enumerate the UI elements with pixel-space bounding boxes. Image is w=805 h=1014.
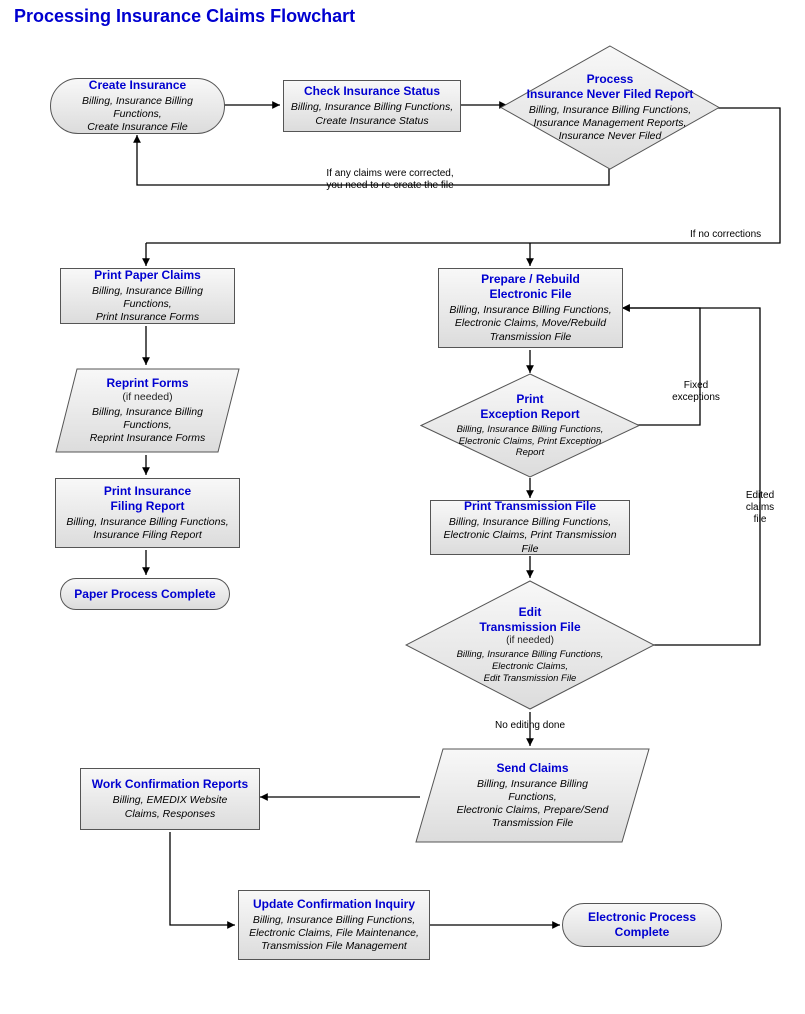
node-send-claims: Send Claims Billing, Insurance BillingFu… [415,748,650,843]
node-process-never-filed: ProcessInsurance Never Filed Report Bill… [500,45,720,170]
node-check-insurance-status: Check Insurance Status Billing, Insuranc… [283,80,461,132]
node-edit-transmission-file: EditTransmission File (if needed) Billin… [405,580,655,710]
node-title: Check Insurance Status [304,84,440,99]
node-sub: Billing, Insurance Billing Functions,Ele… [249,914,419,953]
edge-label-edited-claims-file: Editedclaimsfile [735,490,785,526]
node-electronic-process-complete: Electronic ProcessComplete [562,903,722,947]
node-qualifier: (if needed) [122,391,172,404]
node-title: EditTransmission File [479,605,580,635]
node-title: Electronic ProcessComplete [588,910,696,940]
node-print-transmission-file: Print Transmission File Billing, Insuran… [430,500,630,555]
node-sub: Billing, Insurance Billing Functions,Ele… [437,516,623,555]
node-update-confirmation-inquiry: Update Confirmation Inquiry Billing, Ins… [238,890,430,960]
node-sub: Billing, Insurance Billing Functions,Ele… [449,304,611,343]
node-title: Update Confirmation Inquiry [253,897,415,912]
node-title: Send Claims [496,761,568,776]
node-sub: Billing, Insurance BillingFunctions,Elec… [457,778,609,831]
node-sub: Billing, Insurance Billing Functions,Cre… [291,101,453,127]
node-print-paper-claims: Print Paper Claims Billing, Insurance Bi… [60,268,235,324]
node-sub: Billing, Insurance Billing Functions,Ele… [457,649,604,685]
edge-label-recreate: If any claims were corrected,you need to… [300,168,480,192]
node-reprint-forms: Reprint Forms (if needed) Billing, Insur… [55,368,240,453]
node-sub: Billing, Insurance Billing Functions,Cre… [57,95,218,134]
node-title: PrintException Report [480,392,579,422]
node-work-confirmation-reports: Work Confirmation Reports Billing, EMEDI… [80,768,260,830]
node-print-exception-report: PrintException Report Billing, Insurance… [420,373,640,478]
node-sub: Billing, Insurance BillingFunctions,Repr… [90,406,206,445]
node-prepare-rebuild: Prepare / RebuildElectronic File Billing… [438,268,623,348]
node-sub: Billing, EMEDIX WebsiteClaims, Responses [113,794,228,820]
node-qualifier: (if needed) [506,635,554,648]
node-title: Print InsuranceFiling Report [104,484,191,514]
edge-label-no-editing: No editing done [485,720,575,732]
node-sub: Billing, Insurance Billing Functions,Ins… [529,104,691,143]
node-create-insurance: Create Insurance Billing, Insurance Bill… [50,78,225,134]
node-title: ProcessInsurance Never Filed Report [527,72,694,102]
node-title: Paper Process Complete [74,587,215,602]
edge-label-fixed-exceptions: Fixedexceptions [666,380,726,404]
node-title: Create Insurance [89,78,186,93]
node-title: Prepare / RebuildElectronic File [481,272,580,302]
node-sub: Billing, Insurance Billing Functions,Pri… [67,285,228,324]
node-sub: Billing, Insurance Billing Functions,Ins… [66,516,228,542]
node-paper-process-complete: Paper Process Complete [60,578,230,610]
node-title: Work Confirmation Reports [92,777,248,792]
node-title: Reprint Forms [106,376,188,391]
node-print-filing-report: Print InsuranceFiling Report Billing, In… [55,478,240,548]
node-title: Print Transmission File [464,499,596,514]
node-title: Print Paper Claims [94,268,201,283]
edge-label-no-corrections: If no corrections [690,229,790,241]
node-sub: Billing, Insurance Billing Functions,Ele… [457,424,604,460]
